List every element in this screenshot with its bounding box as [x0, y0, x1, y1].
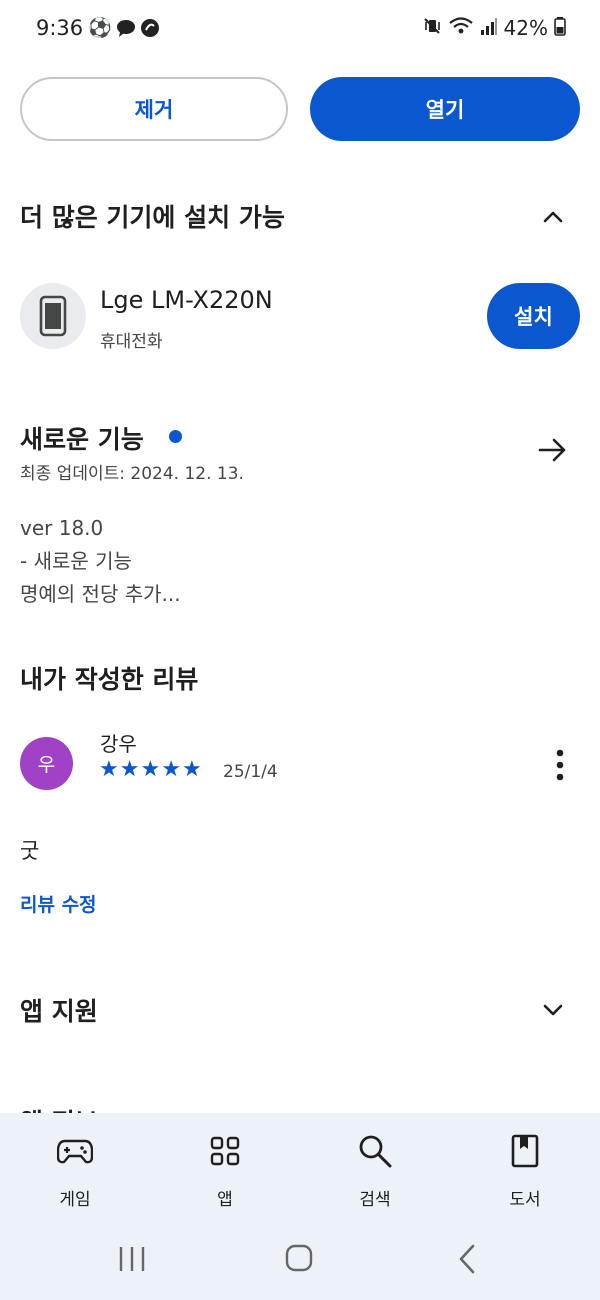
review-text: 굿 — [20, 839, 40, 863]
nav-label-search: 검색 — [359, 1190, 391, 1210]
notification-icons: ⚽ — [88, 18, 160, 42]
book-icon — [511, 1134, 539, 1168]
device-avatar — [20, 283, 86, 349]
app-icon — [140, 18, 160, 42]
app-support-title[interactable]: 앱 지원 — [20, 992, 98, 1028]
nav-label-books: 도서 — [509, 1190, 541, 1210]
apps-grid-icon — [210, 1136, 240, 1166]
battery-percent: 42% — [503, 16, 548, 40]
release-notes: ver 18.0 - 새로운 기능 명예의 전당 추가... — [20, 512, 181, 611]
signal-icon — [480, 16, 498, 40]
chevron-up-icon[interactable] — [539, 203, 567, 231]
more-options-icon[interactable] — [552, 748, 568, 782]
edit-review-link[interactable]: 리뷰 수정 — [20, 890, 97, 917]
star-icon: ★ — [140, 757, 161, 782]
status-time: 9:36 — [36, 16, 84, 40]
device-name: Lge LM-X220N — [100, 286, 273, 314]
battery-icon — [554, 16, 566, 40]
chat-bubble-icon — [116, 18, 136, 42]
star-icon: ★ — [161, 757, 181, 782]
install-button[interactable]: 설치 — [487, 283, 580, 349]
release-note-line: - 새로운 기능 — [20, 549, 132, 573]
my-review-title: 내가 작성한 리뷰 — [20, 665, 199, 694]
nav-item-search[interactable]: 검색 — [320, 1131, 430, 1210]
nav-item-games[interactable]: 게임 — [20, 1131, 130, 1210]
release-note-line: 명예의 전당 추가... — [20, 582, 181, 606]
review-date: 25/1/4 — [223, 762, 278, 782]
system-navigation-bar — [0, 1225, 600, 1295]
open-button[interactable]: 열기 — [310, 77, 580, 141]
star-icon: ★ — [181, 757, 202, 782]
arrow-right-icon[interactable] — [537, 435, 569, 465]
phone-icon — [39, 295, 67, 337]
status-bar: 9:36 ⚽ 42% — [0, 0, 600, 60]
chevron-down-icon[interactable] — [539, 996, 567, 1024]
status-right: 42% — [422, 16, 566, 40]
soccer-ball-icon: ⚽ — [88, 17, 112, 39]
device-type: 휴대전화 — [100, 332, 163, 352]
remove-button[interactable]: 제거 — [20, 77, 288, 141]
nav-item-books[interactable]: 도서 — [470, 1131, 580, 1210]
more-devices-title: 더 많은 기기에 설치 가능 — [20, 203, 285, 232]
star-icon: ★ — [99, 757, 119, 782]
whats-new-title[interactable]: 새로운 기능 — [20, 420, 144, 456]
avatar: 우 — [20, 737, 73, 790]
nav-label-games: 게임 — [59, 1190, 91, 1210]
cut-section-title: 앱 정보 — [20, 1103, 98, 1113]
back-icon[interactable] — [457, 1243, 477, 1275]
search-icon — [359, 1135, 392, 1168]
new-indicator-dot — [169, 430, 182, 443]
release-note-line: ver 18.0 — [20, 516, 104, 540]
recent-apps-icon[interactable] — [117, 1245, 147, 1273]
home-icon[interactable] — [285, 1244, 313, 1272]
reviewer-name: 강우 — [100, 732, 137, 756]
star-rating: ★ ★ ★ ★ ★ — [99, 758, 202, 782]
nav-label-apps: 앱 — [217, 1190, 233, 1210]
wifi-icon — [448, 16, 474, 40]
vibrate-off-icon — [422, 16, 442, 40]
star-icon: ★ — [119, 757, 140, 782]
last-updated: 최종 업데이트: 2024. 12. 13. — [20, 464, 244, 484]
nav-item-apps[interactable]: 앱 — [170, 1131, 280, 1210]
gamepad-icon — [57, 1139, 93, 1164]
